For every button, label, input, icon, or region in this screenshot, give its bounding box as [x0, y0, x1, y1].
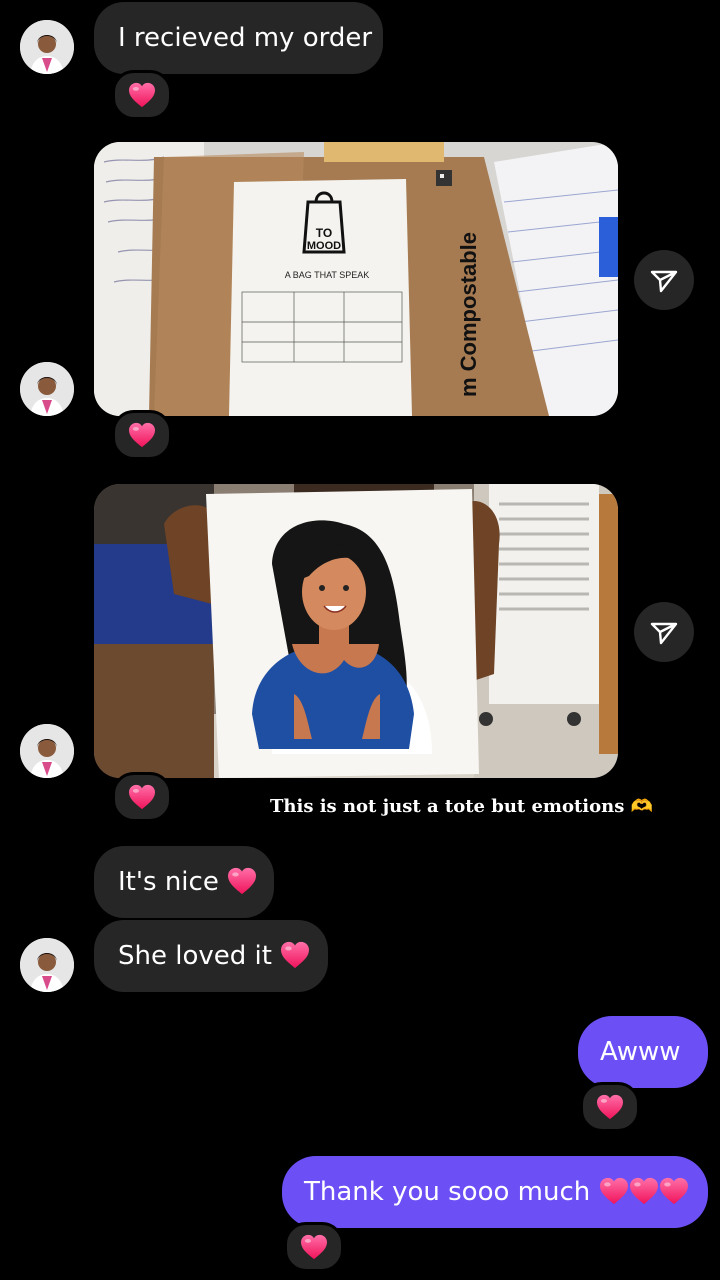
heart-icon [300, 1234, 328, 1260]
message-text: It's nice [118, 867, 219, 897]
avatar[interactable] [20, 362, 74, 416]
heart-emoji-icon [599, 1177, 629, 1205]
bag-tagline: A BAG THAT SPEAK [285, 270, 370, 280]
heart-emoji-icon [659, 1177, 689, 1205]
heart-icon [128, 422, 156, 448]
bag-logo-bottom: MOOD [307, 240, 341, 252]
reaction-badge[interactable] [580, 1082, 640, 1132]
reaction-badge[interactable] [284, 1222, 344, 1272]
message-bubble[interactable]: I recieved my order [94, 2, 383, 74]
message-bubble[interactable]: She loved it [94, 920, 328, 992]
message-text: Thank you sooo much [304, 1177, 591, 1207]
heart-icon [596, 1094, 624, 1120]
message-text: She loved it [118, 941, 272, 971]
packaging-label: m Compostable [456, 232, 481, 397]
message-bubble[interactable]: It's nice [94, 846, 274, 918]
bag-logo-top: TO [316, 226, 332, 240]
reaction-badge[interactable] [112, 70, 172, 120]
avatar[interactable] [20, 724, 74, 778]
reaction-badge[interactable] [112, 410, 172, 460]
paper-plane-icon [649, 265, 679, 295]
avatar[interactable] [20, 20, 74, 74]
heart-icon [128, 784, 156, 810]
paper-plane-icon [649, 617, 679, 647]
heart-emoji-icon [227, 867, 257, 895]
avatar[interactable] [20, 938, 74, 992]
photo-message-package[interactable]: TO MOOD A BAG THAT SPEAK m Compostable [94, 142, 618, 416]
reaction-badge[interactable] [112, 772, 172, 822]
share-button[interactable] [634, 250, 694, 310]
message-text: I recieved my order [118, 23, 373, 53]
package-photo: TO MOOD A BAG THAT SPEAK m Compostable [94, 142, 618, 416]
heart-emoji-icon [629, 1177, 659, 1205]
photo-message-tote[interactable] [94, 484, 618, 778]
message-bubble-outgoing[interactable]: Thank you sooo much [282, 1156, 708, 1228]
share-button[interactable] [634, 602, 694, 662]
message-bubble-outgoing[interactable]: Awww [578, 1016, 708, 1088]
message-text: Awww [600, 1037, 681, 1067]
story-caption: This is not just a tote but emotions 🫶 [270, 796, 654, 817]
heart-emoji-icon [280, 941, 310, 969]
tote-photo [94, 484, 618, 778]
heart-icon [128, 82, 156, 108]
